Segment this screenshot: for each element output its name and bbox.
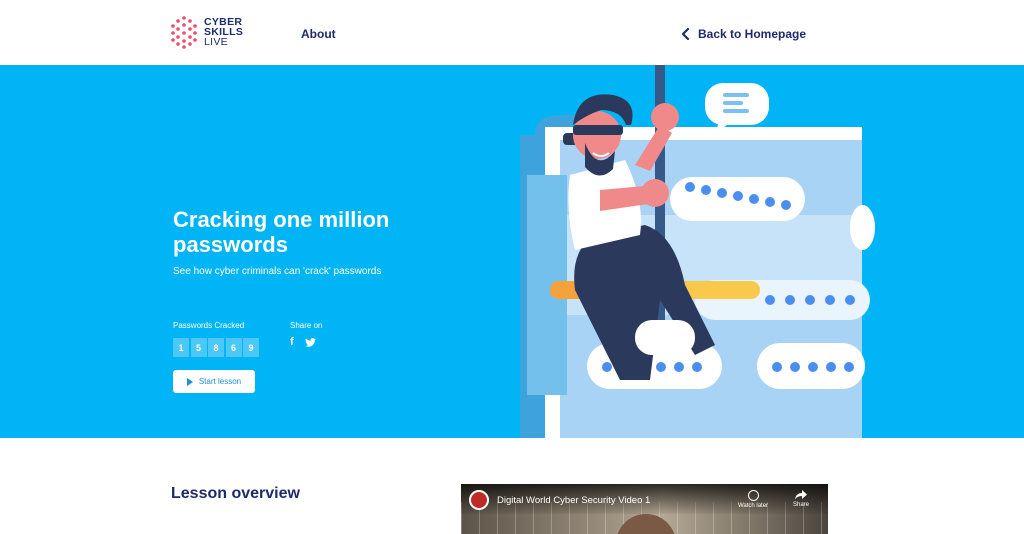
facebook-icon[interactable]: f — [290, 336, 294, 348]
lesson-subtitle: See how cyber criminals can 'crack' pass… — [173, 266, 382, 277]
counter-digit: 5 — [190, 338, 207, 357]
start-lesson-label: Start lesson — [198, 377, 242, 386]
cyber-skills-live-logo[interactable]: CYBER SKILLS LIVE — [170, 15, 243, 49]
hacker-illustration — [520, 65, 875, 438]
logo-wordmark: CYBER SKILLS LIVE — [204, 17, 243, 48]
clock-icon — [747, 490, 759, 501]
twitter-icon[interactable] — [304, 337, 316, 347]
hero-banner: Cracking one million passwords See how c… — [0, 65, 1024, 438]
channel-avatar-icon[interactable] — [469, 490, 489, 510]
logo-dots-icon — [171, 16, 197, 49]
counter-digit: 6 — [225, 338, 242, 357]
watch-later-label: Watch later — [737, 503, 769, 509]
watch-later-button[interactable]: Watch later — [734, 490, 772, 509]
lesson-title: Cracking one million passwords — [173, 207, 390, 257]
lesson-overview-heading: Lesson overview — [171, 485, 300, 502]
counter-digit: 8 — [208, 338, 224, 357]
nav-about-link[interactable]: About — [301, 27, 336, 41]
back-to-homepage-link[interactable]: Back to Homepage — [681, 27, 806, 41]
start-lesson-button[interactable]: Start lesson — [173, 370, 255, 393]
passwords-cracked-label: Passwords Cracked — [173, 321, 245, 330]
site-header: CYBER SKILLS LIVE About Back to Homepage — [0, 0, 1024, 65]
video-share-button[interactable]: Share — [788, 490, 814, 508]
chevron-left-icon — [681, 28, 690, 40]
counter-digit: 9 — [243, 338, 259, 357]
share-arrow-icon — [795, 490, 807, 500]
passwords-cracked-counter: 1 5 8 6 9 — [173, 338, 261, 357]
share-buttons: f — [290, 336, 316, 348]
video-share-label: Share — [792, 502, 809, 508]
video-title[interactable]: Digital World Cyber Security Video 1 — [497, 495, 650, 506]
lesson-video-player[interactable]: Digital World Cyber Security Video 1 Wat… — [461, 484, 828, 534]
share-on-label: Share on — [290, 321, 323, 330]
play-icon — [186, 377, 193, 386]
logo-line-live: LIVE — [204, 36, 228, 48]
back-to-homepage-label: Back to Homepage — [698, 27, 807, 41]
counter-digit: 1 — [173, 338, 189, 357]
